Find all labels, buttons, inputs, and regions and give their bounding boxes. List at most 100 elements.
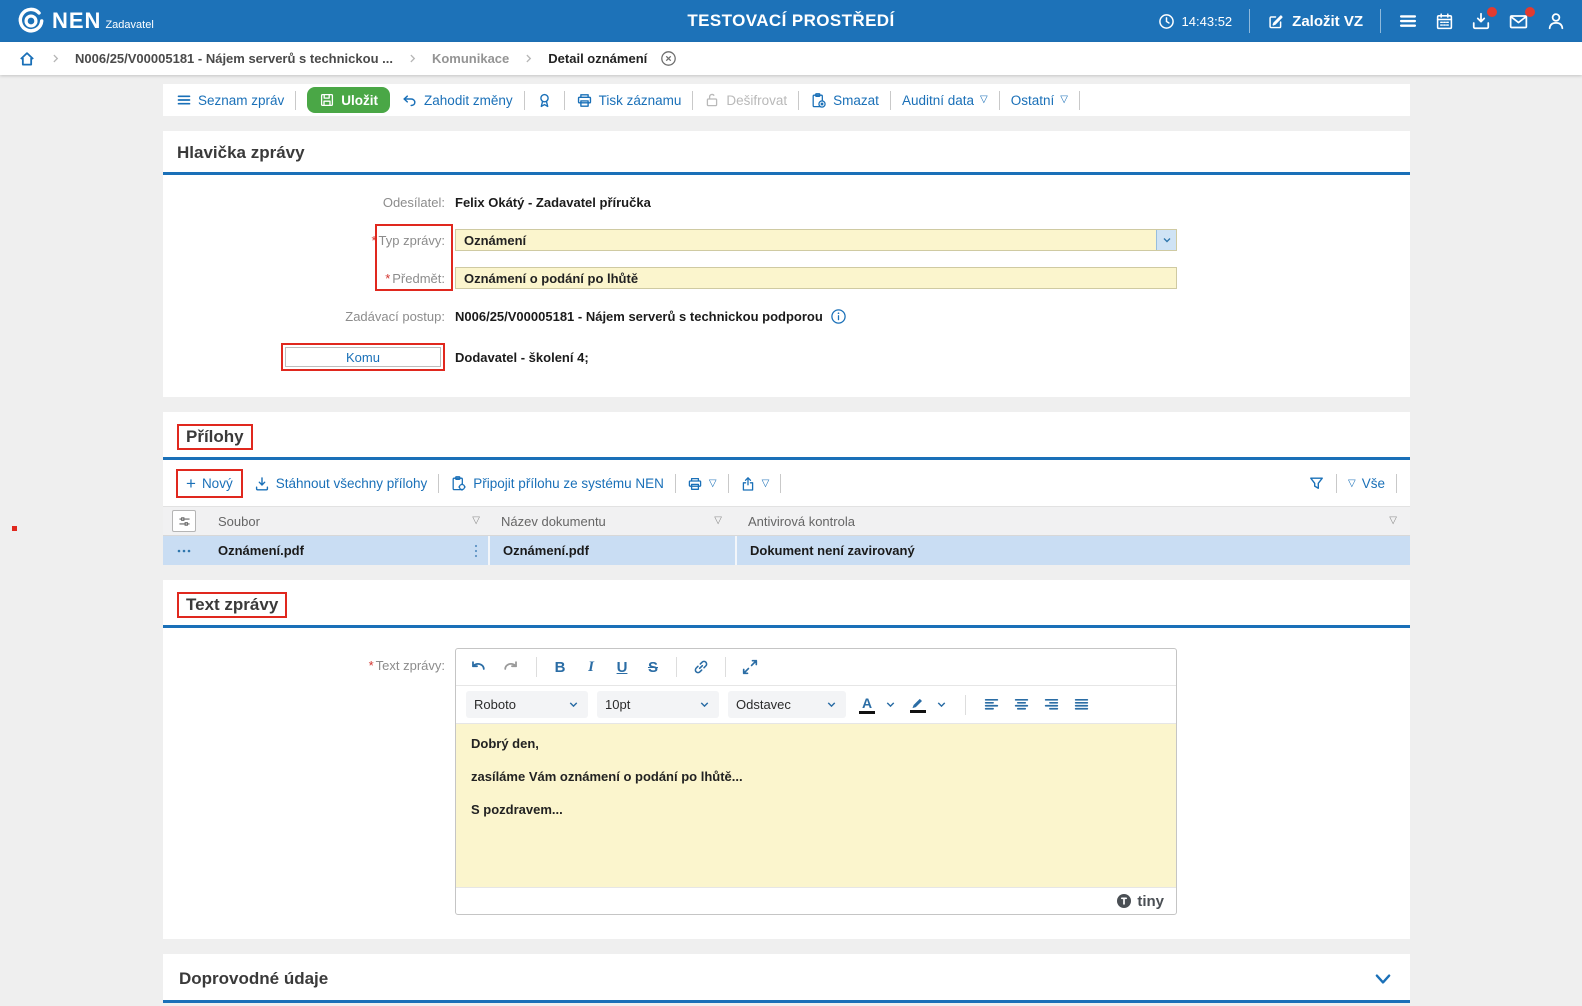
section-title: Hlavička zprávy [177,143,305,162]
decrypt-button[interactable]: Dešifrovat [704,92,787,108]
fullscreen-icon[interactable] [741,658,759,676]
divider [889,90,891,110]
home-button[interactable] [18,50,36,68]
attachment-table-row[interactable]: Oznámení.pdf Oznámení.pdf Dokument není … [163,536,1410,565]
redo-icon[interactable] [502,658,521,677]
nen-logo[interactable]: NEN Zadavatel [16,6,154,36]
clipboard-gear-icon [452,476,466,491]
inbox-button[interactable] [1471,7,1497,31]
message-text-row: * Text zprávy: B I U S Roboto 10pt Odsta… [163,648,1410,915]
undo-icon[interactable] [468,658,487,677]
stray-annotation-dot [12,526,17,531]
close-tab-button[interactable] [660,50,677,67]
section-rule [163,1000,1410,1003]
editor-status-bar: tiny [456,887,1176,914]
save-button[interactable]: Uložit [307,87,391,113]
highlighter-pen-icon [912,698,922,708]
divider [725,657,726,677]
inbox-notification-badge [1487,7,1497,17]
chevron-down-icon [1163,238,1170,243]
text-color-dropdown[interactable] [884,698,897,711]
record-toolbar: Seznam zpráv Uložit Zahodit změny Tisk z… [163,84,1410,116]
divider [780,474,782,493]
editor-content-area[interactable]: Dobrý den, zasíláme Vám oznámení o podán… [456,724,1176,887]
underline-button[interactable]: U [614,659,630,676]
delete-button[interactable]: Smazat [810,92,879,109]
column-header-antivir[interactable]: Antivirová kontrola ▽ [735,514,1410,529]
filter-all-dropdown[interactable]: ▽ Vše [1348,476,1385,491]
column-settings-button[interactable] [172,510,196,532]
tiny-logo-icon [1117,894,1132,908]
divider [727,474,729,493]
select-dropdown-button[interactable] [1156,230,1176,250]
divider [536,657,537,677]
section-rule [163,625,1410,628]
expand-section-button[interactable] [1372,968,1394,990]
hamburger-icon [1399,15,1417,27]
print-attachments-dropdown[interactable]: ▽ [687,476,717,492]
download-all-button[interactable]: Stáhnout všechny přílohy [254,476,427,492]
procedure-info-button[interactable] [830,308,847,325]
message-type-select[interactable]: Oznámení [455,229,1177,251]
filter-button[interactable] [1308,475,1325,492]
clipboard-delete-icon [812,92,826,108]
align-left-icon[interactable] [983,696,1000,713]
sort-triangle-icon[interactable]: ▽ [714,516,722,526]
strikethrough-button[interactable]: S [645,659,661,676]
font-family-dropdown[interactable]: Roboto [466,691,588,718]
editor-paragraph: Dobrý den, [471,736,539,751]
menu-button[interactable] [1398,11,1418,31]
messages-button[interactable] [1508,6,1535,32]
highlight-color-button[interactable] [910,697,926,713]
attachments-toolbar: + Nový Stáhnout všechny přílohy Připojit… [163,460,1410,506]
certificate-button[interactable] [536,92,553,109]
attachments-table-header: Soubor ▽ Název dokumentu ▽ Antivirová ko… [163,506,1410,536]
italic-button[interactable]: I [583,659,599,676]
section-title: Text zprávy [186,595,279,614]
chevron-down-icon [1375,974,1391,984]
link-icon[interactable] [692,658,710,676]
message-header-section: Hlavička zprávy Odesílatel: Felix Okátý … [163,131,1410,397]
discard-changes-button[interactable]: Zahodit změny [401,92,513,109]
divider [295,90,297,110]
sort-triangle-icon[interactable]: ▽ [472,516,480,526]
clock: 14:43:52 [1158,13,1232,30]
font-size-dropdown[interactable]: 10pt [597,691,719,718]
subject-input[interactable]: Oznámení o podání po lhůtě [455,267,1177,289]
print-record-button[interactable]: Tisk záznamu [576,92,681,109]
accompanying-data-section: Doprovodné údaje [163,954,1410,1003]
audit-data-dropdown[interactable]: Auditní data ▽ [902,93,988,108]
breadcrumb-item-procedure[interactable]: N006/25/V00005181 - Nájem serverů s tech… [75,51,393,66]
undo-arrow-icon [403,94,416,106]
text-color-button[interactable]: A [859,696,875,714]
highlight-color-dropdown[interactable] [935,698,948,711]
create-vz-button[interactable]: Založit VZ [1267,13,1363,30]
new-attachment-button[interactable]: + Nový [186,475,233,492]
recipients-button[interactable]: Komu [285,347,441,367]
profile-button[interactable] [1546,11,1566,31]
grip-dots-icon[interactable] [472,543,480,559]
sort-triangle-icon[interactable]: ▽ [1389,516,1397,526]
required-asterisk: * [371,232,377,248]
attach-from-nen-button[interactable]: Připojit přílohu ze systému NEN [450,475,664,492]
align-center-icon[interactable] [1013,696,1030,713]
calendar-button[interactable] [1435,12,1454,31]
breadcrumb-item-komunikace[interactable]: Komunikace [432,51,509,66]
section-rule [163,172,1410,175]
other-dropdown[interactable]: Ostatní ▽ [1011,93,1068,108]
divider [1249,9,1251,33]
bold-button[interactable]: B [552,659,568,676]
nen-logo-icon [18,7,44,33]
info-icon [831,308,846,324]
row-menu-icon[interactable] [176,543,192,559]
align-right-icon[interactable] [1043,696,1060,713]
column-header-soubor[interactable]: Soubor ▽ [205,514,488,529]
column-header-nazev[interactable]: Název dokumentu ▽ [488,514,735,529]
message-list-button[interactable]: Seznam zpráv [176,92,284,108]
editor-paragraph: S pozdravem... [471,802,563,817]
block-format-dropdown[interactable]: Odstavec [728,691,846,718]
procedure-label: Zadávací postup: [345,308,445,324]
export-dropdown[interactable]: ▽ [740,476,769,492]
chevron-right-icon [522,52,535,65]
justify-icon[interactable] [1073,696,1090,713]
